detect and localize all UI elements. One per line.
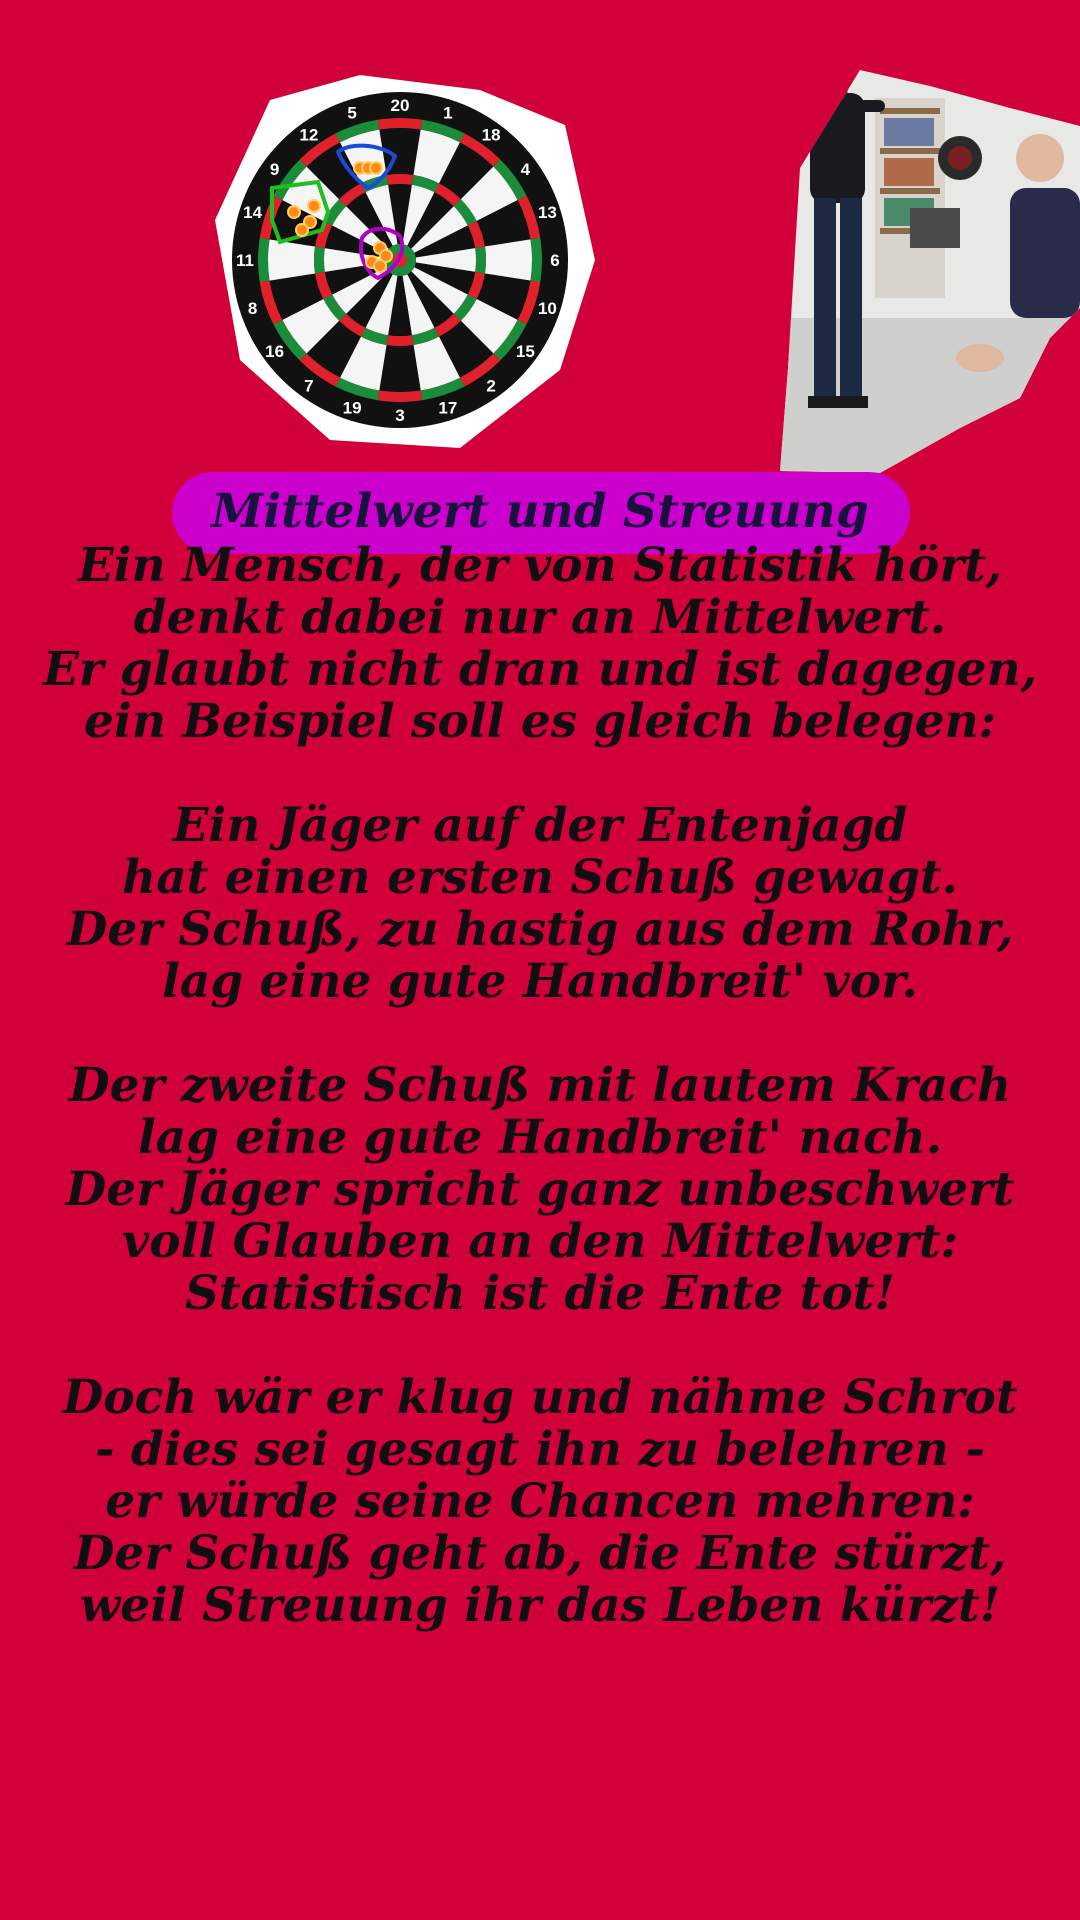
- triple-ring-segment: [386, 335, 414, 346]
- poem-line: er würde seine Chancen mehren:: [105, 1474, 975, 1529]
- dart-hit-marker: [307, 199, 321, 213]
- poem-line: Der zweite Schuß mit lautem Krach: [68, 1058, 1012, 1113]
- poem-line: hat einen ersten Schuß gewagt.: [122, 850, 958, 905]
- double-ring-segment: [377, 118, 423, 130]
- poem: Ein Mensch, der von Statistik hört, denk…: [0, 540, 1080, 1684]
- triple-ring-segment: [314, 246, 325, 274]
- dartboard-number: 9: [270, 160, 279, 179]
- triple-ring-segment: [475, 246, 486, 274]
- dartboard-number: 2: [486, 376, 495, 395]
- poem-line: Er glaubt nicht dran und ist dagegen,: [42, 642, 1038, 697]
- dartboard-number: 14: [243, 203, 262, 222]
- outer-single-segment: [484, 239, 532, 281]
- dartboard-number: 1: [443, 104, 452, 123]
- poem-line: Der Jäger spricht ganz unbeschwert: [65, 1162, 1015, 1217]
- dartboard-number: 17: [438, 398, 457, 417]
- poem-line: lag eine gute Handbreit' nach.: [137, 1110, 943, 1165]
- dartboard-number: 15: [516, 342, 535, 361]
- dartboard-number: 7: [304, 376, 313, 395]
- poem-line: Ein Jäger auf der Entenjagd: [172, 798, 908, 853]
- poem-stanza: Der zweite Schuß mit lautem Krach lag ei…: [0, 1060, 1080, 1320]
- poem-line: lag eine gute Handbreit' vor.: [162, 954, 918, 1009]
- dartboard-number: 8: [248, 299, 257, 318]
- double-ring-segment: [258, 237, 270, 283]
- outer-single-segment: [379, 344, 421, 392]
- dart-players-photo: [780, 68, 1080, 473]
- dartboard-number: 11: [236, 251, 254, 270]
- poem-stanza: Ein Mensch, der von Statistik hört, denk…: [0, 540, 1080, 748]
- dartboard-number: 20: [391, 96, 410, 115]
- dartboard-number: 5: [347, 104, 356, 123]
- poem-line: Statistisch ist die Ente tot!: [184, 1266, 896, 1321]
- poem-line: weil Streuung ihr das Leben kürzt!: [79, 1578, 1001, 1633]
- triple-ring-segment: [386, 174, 414, 185]
- dartboard-number: 18: [482, 126, 501, 145]
- dart-hit-marker: [287, 205, 301, 219]
- poem-line: Ein Mensch, der von Statistik hört,: [77, 538, 1003, 593]
- dartboard-number: 3: [395, 406, 404, 425]
- dartboard-number: 10: [538, 299, 557, 318]
- poem-line: - dies sei gesagt ihn zu belehren -: [95, 1422, 985, 1477]
- dartboard-number: 4: [521, 160, 531, 179]
- dartboard-number: 19: [343, 398, 362, 417]
- dart-hit-marker: [295, 223, 309, 237]
- poem-line: ein Beispiel soll es gleich belegen:: [83, 694, 997, 749]
- dartboard-number: 13: [538, 203, 557, 222]
- poem-stanza: Ein Jäger auf der Entenjagd hat einen er…: [0, 800, 1080, 1008]
- page-title: Mittelwert und Streuung: [211, 484, 869, 539]
- dartboard-image: 20 1 18 4 13 6 10 15 2 17 3 19 7 16 8 11 14 9 12 5: [210, 70, 600, 455]
- outer-single-segment: [268, 239, 316, 281]
- poem-line: voll Glauben an den Mittelwert:: [121, 1214, 959, 1269]
- poem-line: Der Schuß, zu hastig aus dem Rohr,: [66, 902, 1014, 957]
- double-ring-segment: [377, 390, 423, 402]
- double-ring-segment: [530, 237, 542, 283]
- dartboard-number: 6: [550, 251, 559, 270]
- dartboard-number: 12: [299, 126, 318, 145]
- dart-hit-marker: [369, 161, 383, 175]
- dartboard-number: 16: [265, 342, 284, 361]
- dart-hit-marker: [373, 259, 387, 273]
- poem-stanza: Doch wär er klug und nähme Schrot - dies…: [0, 1372, 1080, 1632]
- poem-line: denkt dabei nur an Mittelwert.: [133, 590, 947, 645]
- poem-line: Der Schuß geht ab, die Ente stürzt,: [73, 1526, 1007, 1581]
- poem-line: Doch wär er klug und nähme Schrot: [62, 1370, 1018, 1425]
